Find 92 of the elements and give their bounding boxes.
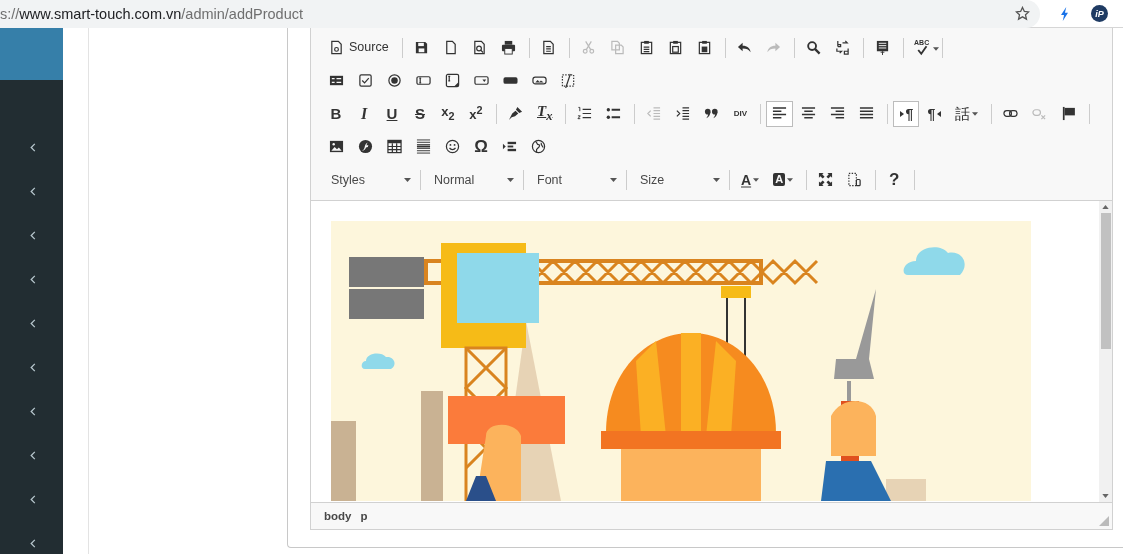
caret-icon <box>713 177 720 182</box>
toolbar-button[interactable]: A <box>735 166 766 193</box>
page-break-icon <box>502 139 517 154</box>
indent-icon <box>675 106 691 121</box>
toolbar-button[interactable]: ? <box>881 166 908 193</box>
text-field-icon <box>416 73 431 88</box>
toolbar-button[interactable] <box>766 100 794 127</box>
toolbar-button[interactable]: ¶ <box>893 100 920 127</box>
copy-pages-icon <box>609 40 625 55</box>
radio-icon <box>387 73 402 88</box>
align-left-icon <box>772 106 788 121</box>
dropdown-combo[interactable]: Font <box>529 167 621 192</box>
extension-badge[interactable]: iP <box>1091 5 1108 22</box>
dropdown-combo[interactable]: Styles <box>323 167 415 192</box>
clipboard-icon <box>696 40 712 55</box>
url-path: /admin/addProduct <box>181 5 304 22</box>
chevron-left-icon[interactable] <box>29 450 36 460</box>
scroll-up-arrow-icon[interactable] <box>1102 205 1109 209</box>
replace-arrows-icon <box>834 40 850 55</box>
toolbar-button[interactable]: A <box>767 166 800 193</box>
scissors-icon <box>580 40 596 55</box>
hidden-field-icon <box>561 73 576 88</box>
flag-icon <box>1061 106 1077 121</box>
document-icon <box>329 40 344 55</box>
lightning-circle-icon <box>358 139 373 154</box>
url-scheme: s:// <box>0 5 20 22</box>
image-icon <box>329 139 344 154</box>
toolbar-button[interactable]: ¶ <box>921 100 948 127</box>
globe-icon <box>531 139 546 154</box>
select-text-icon <box>874 40 890 55</box>
toolbar-button[interactable]: x$_{2}$ <box>435 100 461 127</box>
toolbar-button[interactable]: U <box>379 100 405 127</box>
caret-icon <box>404 177 411 182</box>
resize-grip-icon[interactable] <box>1099 516 1109 526</box>
check-mark-icon <box>915 44 928 56</box>
lightning-icon[interactable] <box>1060 6 1069 21</box>
toolbar-button[interactable]: DIV <box>727 100 754 127</box>
expand-arrows-icon <box>818 172 834 187</box>
broken-link-icon <box>1032 106 1048 121</box>
element-path-link[interactable]: body <box>321 510 355 522</box>
chevron-left-icon[interactable] <box>29 494 36 504</box>
chevron-left-icon[interactable] <box>29 186 36 196</box>
table-grid-icon <box>387 139 402 154</box>
printer-icon <box>500 40 516 55</box>
align-right-icon <box>830 106 846 121</box>
toolbar-button[interactable]: T$_{x}$ <box>531 100 559 127</box>
chevron-left-icon[interactable] <box>29 406 36 416</box>
outdent-icon <box>646 106 662 121</box>
chevron-left-icon[interactable] <box>29 274 36 284</box>
dropdown-combo[interactable]: Normal <box>426 167 518 192</box>
toolbar-button[interactable]: S <box>407 100 433 127</box>
element-path-link[interactable]: p <box>357 510 371 522</box>
triangle-icon <box>899 110 904 117</box>
justify-icon <box>859 106 875 121</box>
clipboard-icon <box>638 40 654 55</box>
chevron-left-icon[interactable] <box>29 318 36 328</box>
bulleted-list-icon <box>606 106 622 121</box>
numbered-list-icon <box>577 106 593 121</box>
bookmark-star-icon[interactable] <box>1015 6 1030 21</box>
align-center-icon <box>801 106 817 121</box>
smiley-icon <box>445 139 460 154</box>
paintbrush-icon <box>508 106 523 121</box>
caret-icon <box>610 177 617 182</box>
text-page-icon <box>540 40 556 55</box>
form-icon <box>329 73 344 88</box>
text-area-icon <box>445 73 460 88</box>
triangle-icon <box>937 110 942 117</box>
select-box-icon <box>474 73 489 88</box>
chevron-left-icon[interactable] <box>29 362 36 372</box>
logo-block <box>0 28 63 80</box>
chevron-left-icon[interactable] <box>29 538 36 548</box>
toolbar-button[interactable]: x$^{2}$ <box>463 100 489 127</box>
show-blocks-icon <box>847 172 863 187</box>
caret-icon <box>507 177 514 182</box>
scrollbar-thumb[interactable] <box>1100 213 1111 349</box>
horizontal-lines-icon <box>416 139 431 154</box>
dropdown-combo[interactable]: Size <box>632 167 724 192</box>
search-icon <box>805 40 821 55</box>
address-bar[interactable]: s://www.smart-touch.com.vn/admin/addProduct <box>0 0 1040 28</box>
scroll-down-arrow-icon[interactable] <box>1102 494 1109 498</box>
chevron-left-icon[interactable] <box>29 230 36 240</box>
toolbar-button[interactable]: 話 <box>949 100 985 127</box>
url-host: www.smart-touch.com.vn <box>19 5 182 22</box>
toolbar-button[interactable]: Ω <box>468 133 494 160</box>
toolbar-button[interactable]: I <box>351 100 377 127</box>
checkbox-icon <box>358 73 373 88</box>
chevron-left-icon[interactable] <box>29 142 36 152</box>
page-magnifier-icon <box>471 40 487 55</box>
toolbar-button[interactable]: B <box>323 100 349 127</box>
clipboard-icon <box>667 40 683 55</box>
scrollbar[interactable] <box>1099 201 1112 502</box>
toolbar-button[interactable]: Source <box>323 34 395 61</box>
